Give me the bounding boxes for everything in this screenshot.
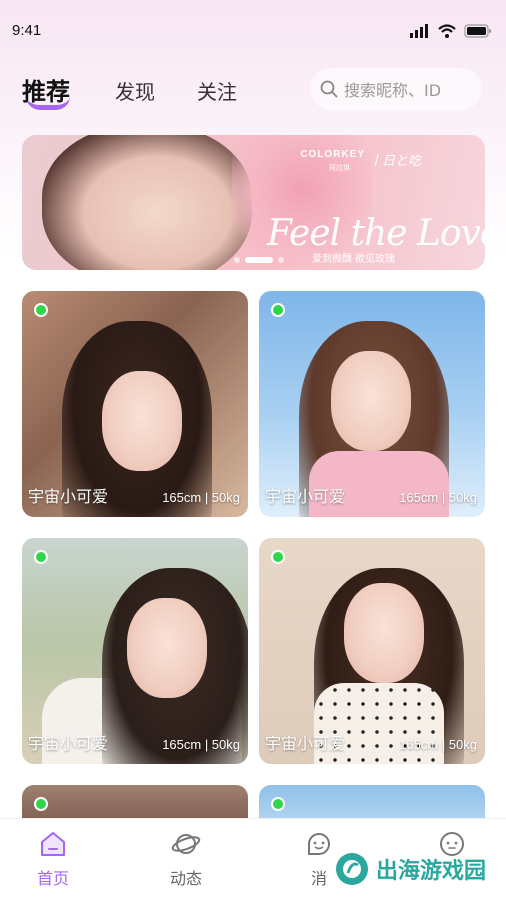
search-input[interactable]: 搜索昵称、ID (310, 68, 482, 110)
status-time: 9:41 (12, 22, 42, 39)
banner-portrait (42, 135, 252, 270)
wifi-icon (438, 24, 456, 38)
home-icon (41, 832, 65, 856)
online-status-dot (271, 303, 285, 317)
profile-card[interactable]: 宇宙小可爱 165cm | 50kg (22, 291, 248, 517)
nav-home[interactable]: 首页 (18, 829, 88, 889)
battery-icon (464, 24, 491, 38)
tab-recommend[interactable]: 推荐 (22, 72, 70, 107)
search-icon (320, 80, 338, 98)
profile-card[interactable]: 宇宙小可爱 165cm | 50kg (22, 538, 248, 764)
profile-name: 宇宙小可爱 (265, 487, 346, 506)
profile-face (331, 351, 411, 451)
tab-following[interactable]: 关注 (197, 76, 237, 105)
profile-card[interactable]: 宇宙小可爱 165cm | 50kg (259, 538, 485, 764)
nav-moments[interactable]: 动态 (151, 829, 221, 889)
profile-stats: 165cm | 50kg (399, 737, 477, 752)
online-status-dot (271, 550, 285, 564)
chat-face-icon (308, 833, 330, 855)
brand-script: 丨日と吃 (368, 154, 421, 169)
pagination-dot[interactable] (278, 257, 284, 263)
online-status-dot (34, 797, 48, 811)
nav-label: 动态 (169, 869, 202, 888)
watermark-logo-icon (335, 853, 368, 885)
profile-face (127, 598, 207, 698)
profile-face (102, 371, 182, 471)
banner-caption: 爱到微醺 欲见玫瑰 (312, 254, 396, 265)
signal-icon (410, 24, 428, 38)
online-status-dot (34, 303, 48, 317)
pagination-dot[interactable] (234, 257, 240, 263)
banner-pagination (234, 257, 284, 263)
watermark: 出海游戏园 (334, 851, 486, 887)
tab-discover[interactable]: 发现 (115, 76, 155, 105)
profile-stats: 165cm | 50kg (162, 490, 240, 505)
promo-banner[interactable]: COLORKEY 珂拉琪 丨日と吃 Feel the Love 爱到微醺 欲见玫… (22, 135, 485, 270)
status-bar: 9:41 (0, 0, 506, 60)
watermark-text: 出海游戏园 (375, 859, 486, 884)
profile-name: 宇宙小可爱 (28, 487, 109, 506)
profile-face (344, 583, 424, 683)
banner-slogan: Feel the Love (267, 213, 485, 254)
top-nav: 推荐 发现 关注 搜索昵称、ID (0, 62, 506, 118)
brand-sub: 珂拉琪 (329, 164, 350, 172)
online-status-dot (34, 550, 48, 564)
profile-stats: 165cm | 50kg (399, 490, 477, 505)
planet-icon (171, 834, 201, 854)
profile-name: 宇宙小可爱 (265, 734, 346, 753)
online-status-dot (271, 797, 285, 811)
brand-logo: COLORKEY (300, 149, 365, 160)
profile-name: 宇宙小可爱 (28, 734, 109, 753)
status-icons (410, 24, 492, 38)
profile-stats: 165cm | 50kg (162, 737, 240, 752)
profile-card[interactable]: 宇宙小可爱 165cm | 50kg (259, 291, 485, 517)
nav-label: 首页 (36, 869, 69, 888)
search-placeholder: 搜索昵称、ID (344, 81, 442, 100)
pagination-dot-active[interactable] (245, 257, 273, 263)
